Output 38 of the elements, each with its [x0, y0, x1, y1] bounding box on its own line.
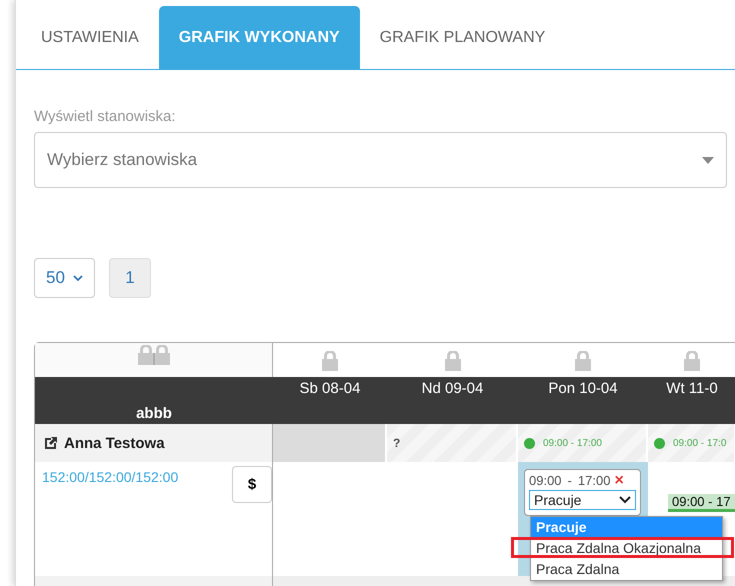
lock-icon[interactable]: [683, 351, 701, 371]
tab[interactable]: USTAWIENIA: [21, 6, 159, 69]
dropdown-option[interactable]: Praca Zdalna Okazjonalna: [531, 538, 722, 559]
shift-time: 09:00 - 17:00: [543, 438, 602, 448]
external-link-icon[interactable]: [44, 436, 58, 450]
end-time-field[interactable]: 17:00: [578, 473, 610, 488]
dropdown-option[interactable]: Pracuje: [531, 517, 722, 538]
lock-icon[interactable]: [574, 351, 592, 371]
day-header: Nd 09-04: [422, 380, 484, 399]
day-cell[interactable]: ?: [387, 424, 518, 462]
page-button[interactable]: 1: [109, 258, 151, 298]
locks-icon: [136, 345, 170, 365]
shift-chip: 09:00 - 17: [668, 494, 735, 512]
day-cell[interactable]: [273, 424, 387, 462]
positions-select[interactable]: Wybierz stanowiska: [34, 132, 727, 188]
pay-button[interactable]: $: [232, 466, 272, 503]
day-header: Wt 11-0: [666, 380, 718, 399]
day-header: Pon 10-04: [548, 380, 618, 399]
lock-icon[interactable]: [321, 351, 339, 371]
shift-time: 09:00 - 17:0: [673, 438, 726, 448]
dropdown-arrow-icon: [702, 156, 714, 164]
tab[interactable]: GRAFIK PLANOWANY: [360, 6, 566, 69]
status-dot: [654, 438, 665, 448]
employee-name[interactable]: Anna Testowa: [64, 434, 165, 452]
field-label: Wyświetl stanowiska:: [34, 108, 177, 125]
chevron-down-icon: [72, 274, 83, 282]
time-separator: -: [568, 473, 572, 488]
status-dot: [524, 438, 535, 448]
chevron-down-icon: [619, 496, 631, 504]
status-select[interactable]: Pracuje: [529, 490, 636, 510]
group-name: abbb: [136, 405, 172, 422]
start-time-field[interactable]: 09:00: [529, 473, 562, 488]
close-icon[interactable]: ×: [614, 474, 624, 487]
page-size-select[interactable]: 50: [34, 258, 95, 298]
day-header: Sb 08-04: [300, 380, 360, 399]
lock-icon[interactable]: [444, 351, 462, 371]
dropdown-option[interactable]: Praca Zdalna: [531, 559, 722, 580]
unknown-mark: ?: [393, 436, 400, 450]
